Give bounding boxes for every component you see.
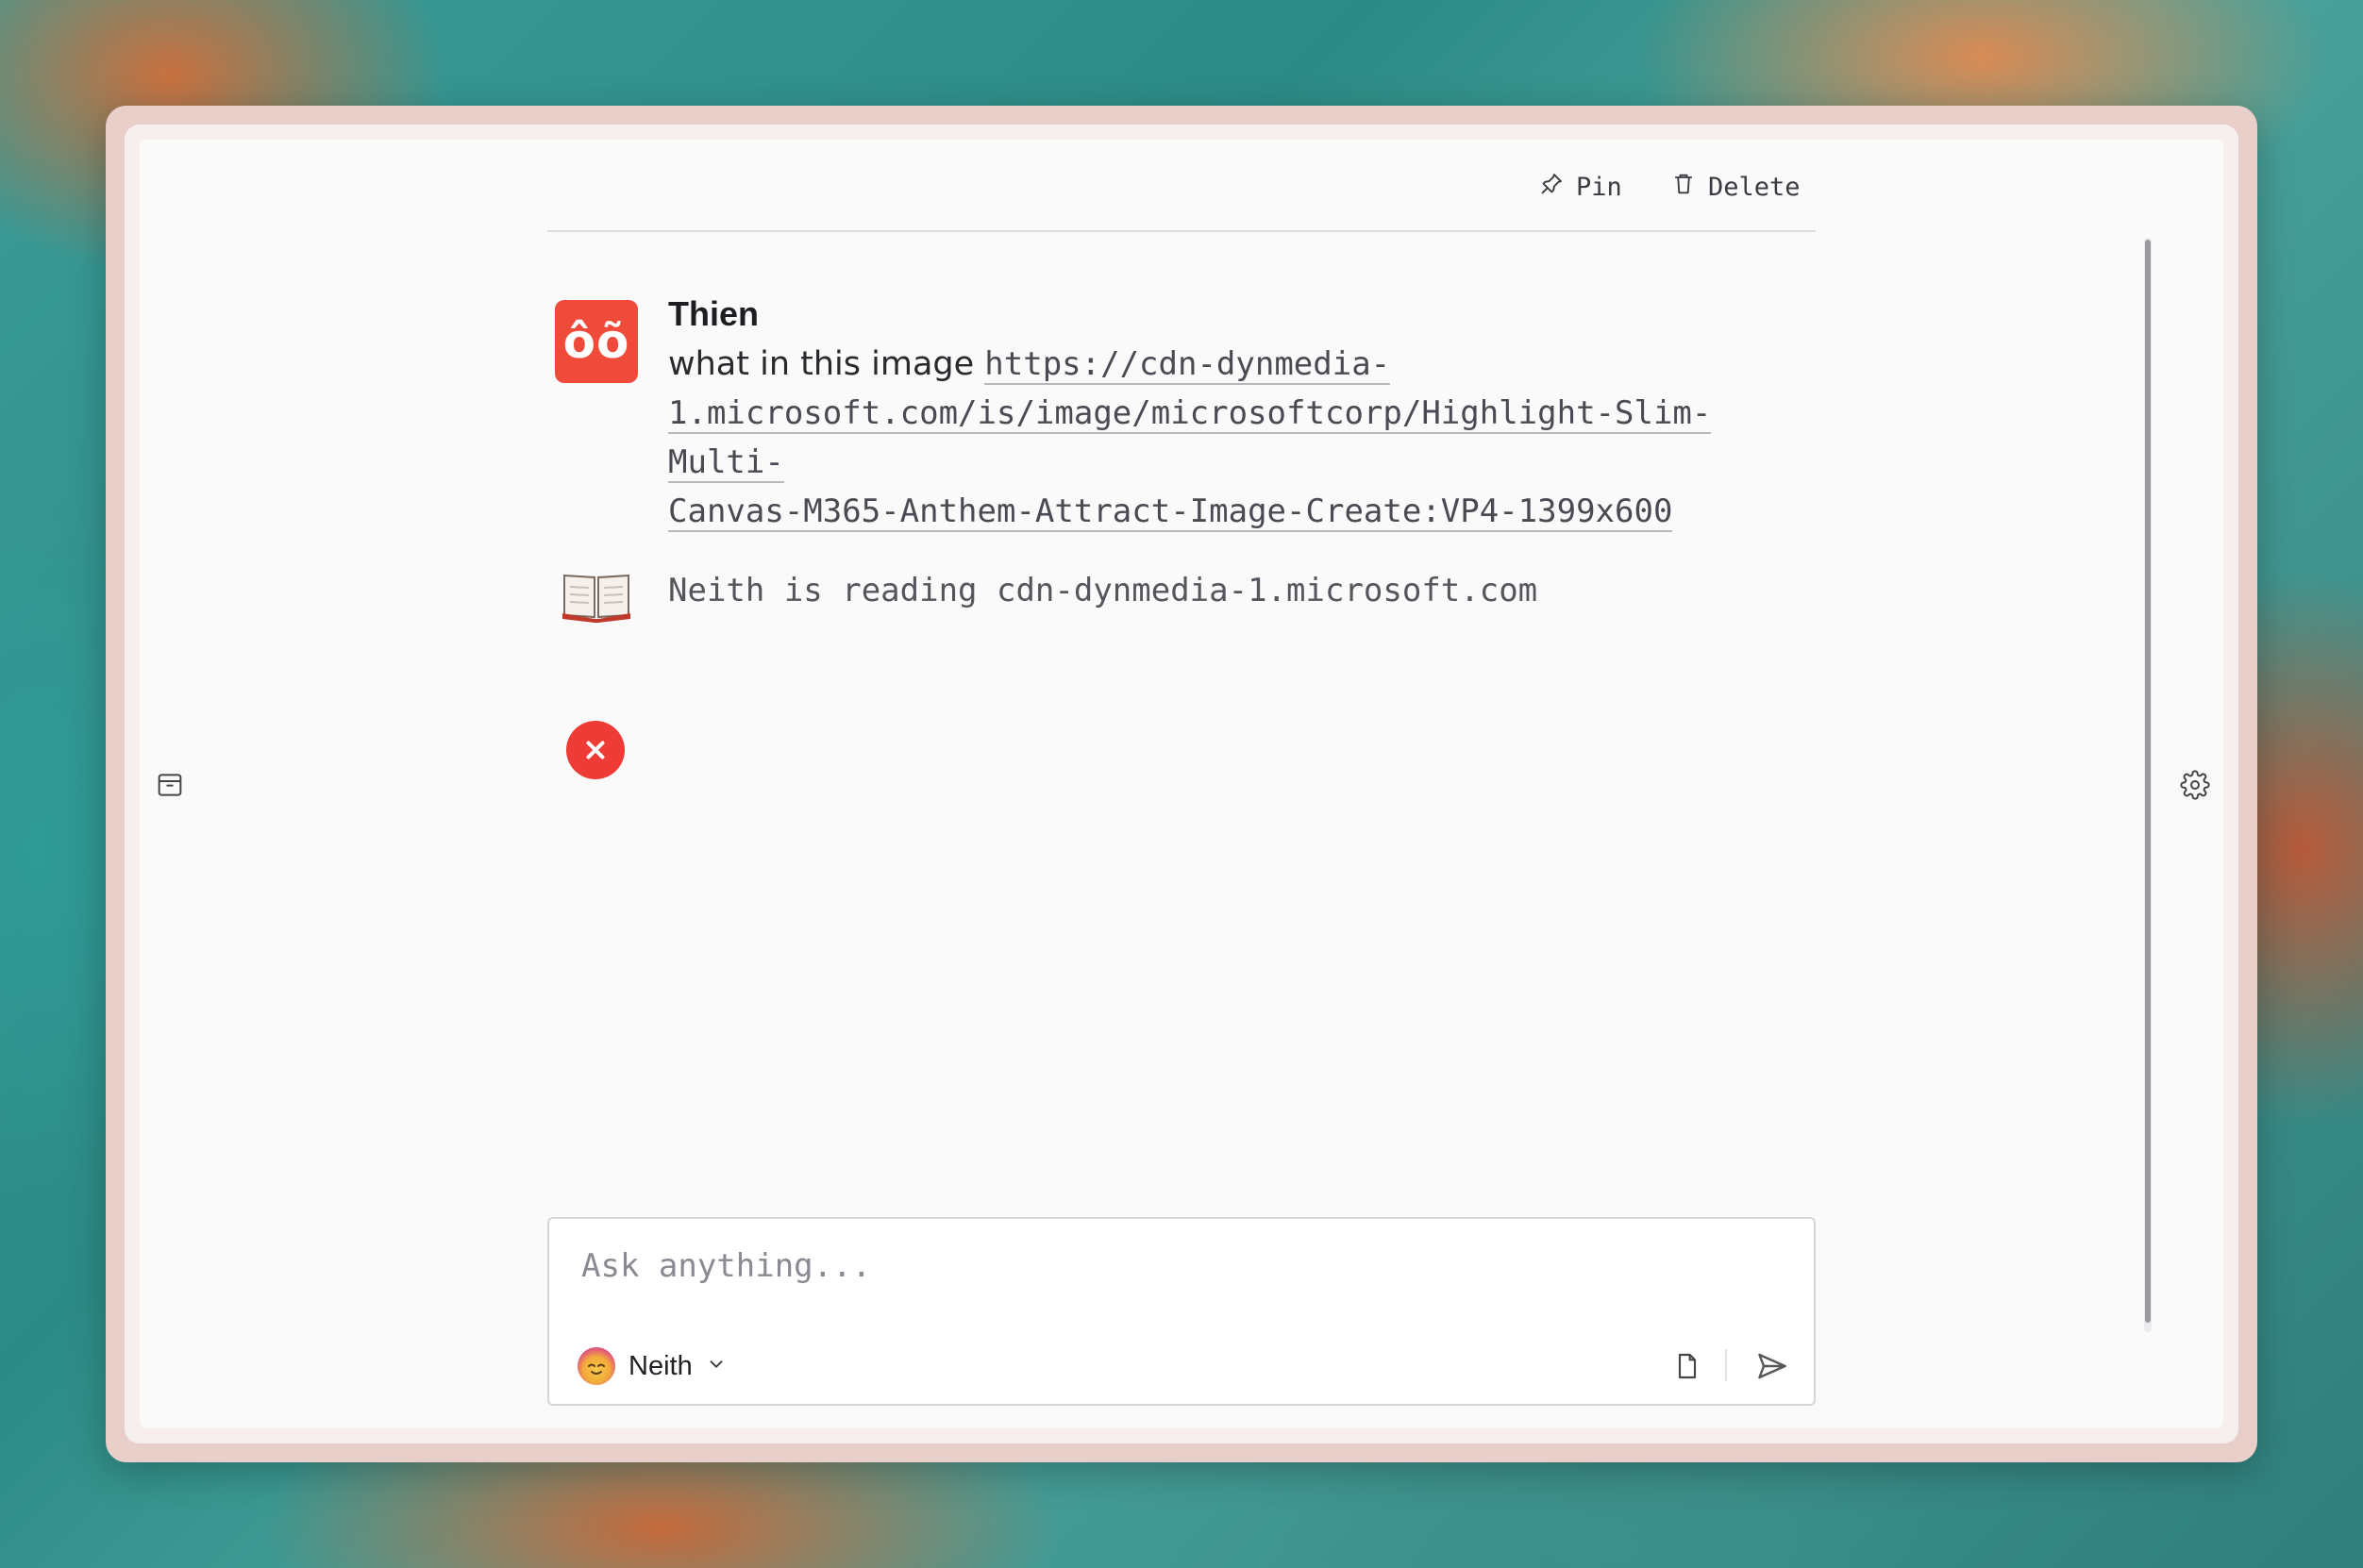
user-avatar: ôõ: [555, 300, 638, 383]
message-composer: Neith: [547, 1217, 1816, 1406]
chat-window: Pin Delete ôõ Thien what in this image h…: [140, 140, 2223, 1428]
trash-icon: [1670, 171, 1697, 204]
delete-button[interactable]: Delete: [1670, 168, 1801, 206]
model-name: Neith: [628, 1350, 693, 1381]
sun-avatar-icon: [578, 1347, 615, 1385]
message-link-line-2[interactable]: 1.microsoft.com/is/image/microsoftcorp/H…: [668, 394, 1712, 483]
model-selector[interactable]: Neith: [578, 1345, 727, 1387]
pin-label: Pin: [1576, 172, 1622, 202]
open-book-icon: [561, 566, 632, 623]
status-reading-text: Neith is reading cdn-dynmedia-1.microsof…: [668, 572, 1538, 609]
message-author: Thien: [668, 294, 759, 333]
message-link-line-3[interactable]: Canvas-M365-Anthem-Attract-Image-Create:…: [668, 492, 1673, 532]
file-icon[interactable]: [1672, 1351, 1702, 1381]
error-x-icon: [566, 721, 625, 779]
composer-divider: [1725, 1349, 1727, 1381]
conversation-toolbar: Pin Delete: [547, 140, 1816, 232]
message-link-line-1[interactable]: https://cdn-dynmedia-: [984, 345, 1391, 385]
message-text: what in this image: [668, 345, 985, 383]
send-icon[interactable]: [1755, 1349, 1789, 1383]
user-message-text: what in this image https://cdn-dynmedia-…: [668, 340, 1801, 536]
gear-icon[interactable]: [2180, 770, 2210, 800]
delete-label: Delete: [1708, 172, 1801, 202]
ask-input[interactable]: [579, 1242, 1772, 1291]
archive-icon[interactable]: [155, 770, 185, 800]
chevron-down-icon: [706, 1354, 727, 1378]
pin-icon: [1538, 171, 1565, 204]
pin-button[interactable]: Pin: [1538, 168, 1622, 206]
scrollbar-thumb[interactable]: [2145, 240, 2151, 1323]
